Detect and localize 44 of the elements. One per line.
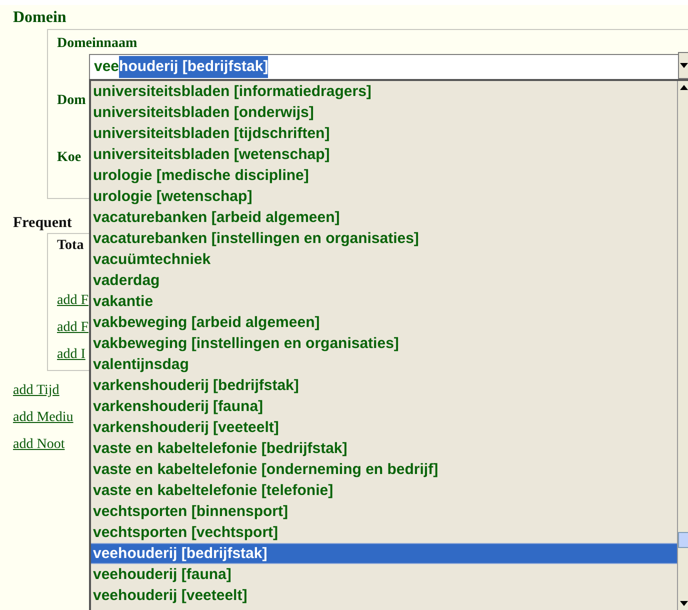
dropdown-item[interactable]: varkenshouderij [veeteelt] [91, 417, 677, 438]
dropdown-item[interactable]: vakbeweging [arbeid algemeen] [91, 312, 677, 333]
dropdown-item[interactable]: vaste en kabeltelefonie [bedrijfstak] [91, 438, 677, 459]
add-link[interactable]: add Noot [13, 436, 65, 454]
dropdown-item[interactable]: vechtsporten [vechtsport] [91, 522, 677, 543]
add-link[interactable]: add Tijd [13, 382, 60, 400]
dropdown-item[interactable]: varkenshouderij [fauna] [91, 396, 677, 417]
dropdown-item[interactable]: vaderdag [91, 270, 677, 291]
dropdown-item[interactable]: universiteitsbladen [informatiedragers] [91, 81, 677, 102]
add-link[interactable]: add Mediu [13, 409, 74, 427]
dropdown-item[interactable]: vacaturebanken [arbeid algemeen] [91, 207, 677, 228]
dropdown-item[interactable]: vacuümtechniek [91, 249, 677, 270]
scrollbar[interactable] [677, 81, 688, 610]
dropdown-item[interactable]: valentijnsdag [91, 354, 677, 375]
dropdown-item[interactable]: vacaturebanken [instellingen en organisaties] [91, 228, 677, 249]
dropdown-button[interactable] [678, 52, 688, 79]
section-title: Domein [13, 8, 66, 28]
dropdown-item[interactable]: veehouderij [veeteelt] [91, 585, 677, 606]
dropdown-item[interactable]: vakantie [91, 291, 677, 312]
field-label: Domeinnaam [57, 35, 138, 53]
field-label: Dom [57, 92, 86, 110]
field-label: Koe [57, 149, 82, 167]
dropdown-item[interactable]: varkenshouderij [bedrijfstak] [91, 375, 677, 396]
field-label: Tota [57, 237, 84, 255]
add-link[interactable]: add F [57, 292, 88, 310]
dropdown-item[interactable]: vaste en kabeltelefonie [telefonie] [91, 480, 677, 501]
dropdown-item[interactable]: universiteitsbladen [tijdschriften] [91, 123, 677, 144]
dropdown-item[interactable]: vaste en kabeltelefonie [onderneming en bedrijf] [91, 459, 677, 480]
section-title: Frequent [13, 214, 72, 233]
dropdown-item[interactable]: urologie [medische discipline] [91, 165, 677, 186]
dropdown-item[interactable]: universiteitsbladen [wetenschap] [91, 144, 677, 165]
dropdown-item[interactable]: veehouderij [fauna] [91, 564, 677, 585]
add-link[interactable]: add I [57, 346, 86, 364]
scroll-up-icon[interactable] [680, 85, 688, 90]
dropdown-item[interactable]: universiteitsbladen [onderwijs] [91, 102, 677, 123]
caret-icon [680, 63, 688, 68]
scroll-thumb[interactable] [678, 532, 688, 548]
input-field[interactable]: veehouderij [bedrijfstak] [89, 54, 679, 80]
dropdown-item[interactable]: vechtsporten [binnensport] [91, 501, 677, 522]
dropdown-item[interactable]: veehouderij [bedrijfstak] [91, 543, 677, 564]
scroll-down-icon[interactable] [680, 601, 688, 606]
add-link[interactable]: add F [57, 319, 88, 337]
dropdown-item[interactable]: vakbeweging [instellingen en organisaties] [91, 333, 677, 354]
dropdown-item[interactable]: urologie [wetenschap] [91, 186, 677, 207]
